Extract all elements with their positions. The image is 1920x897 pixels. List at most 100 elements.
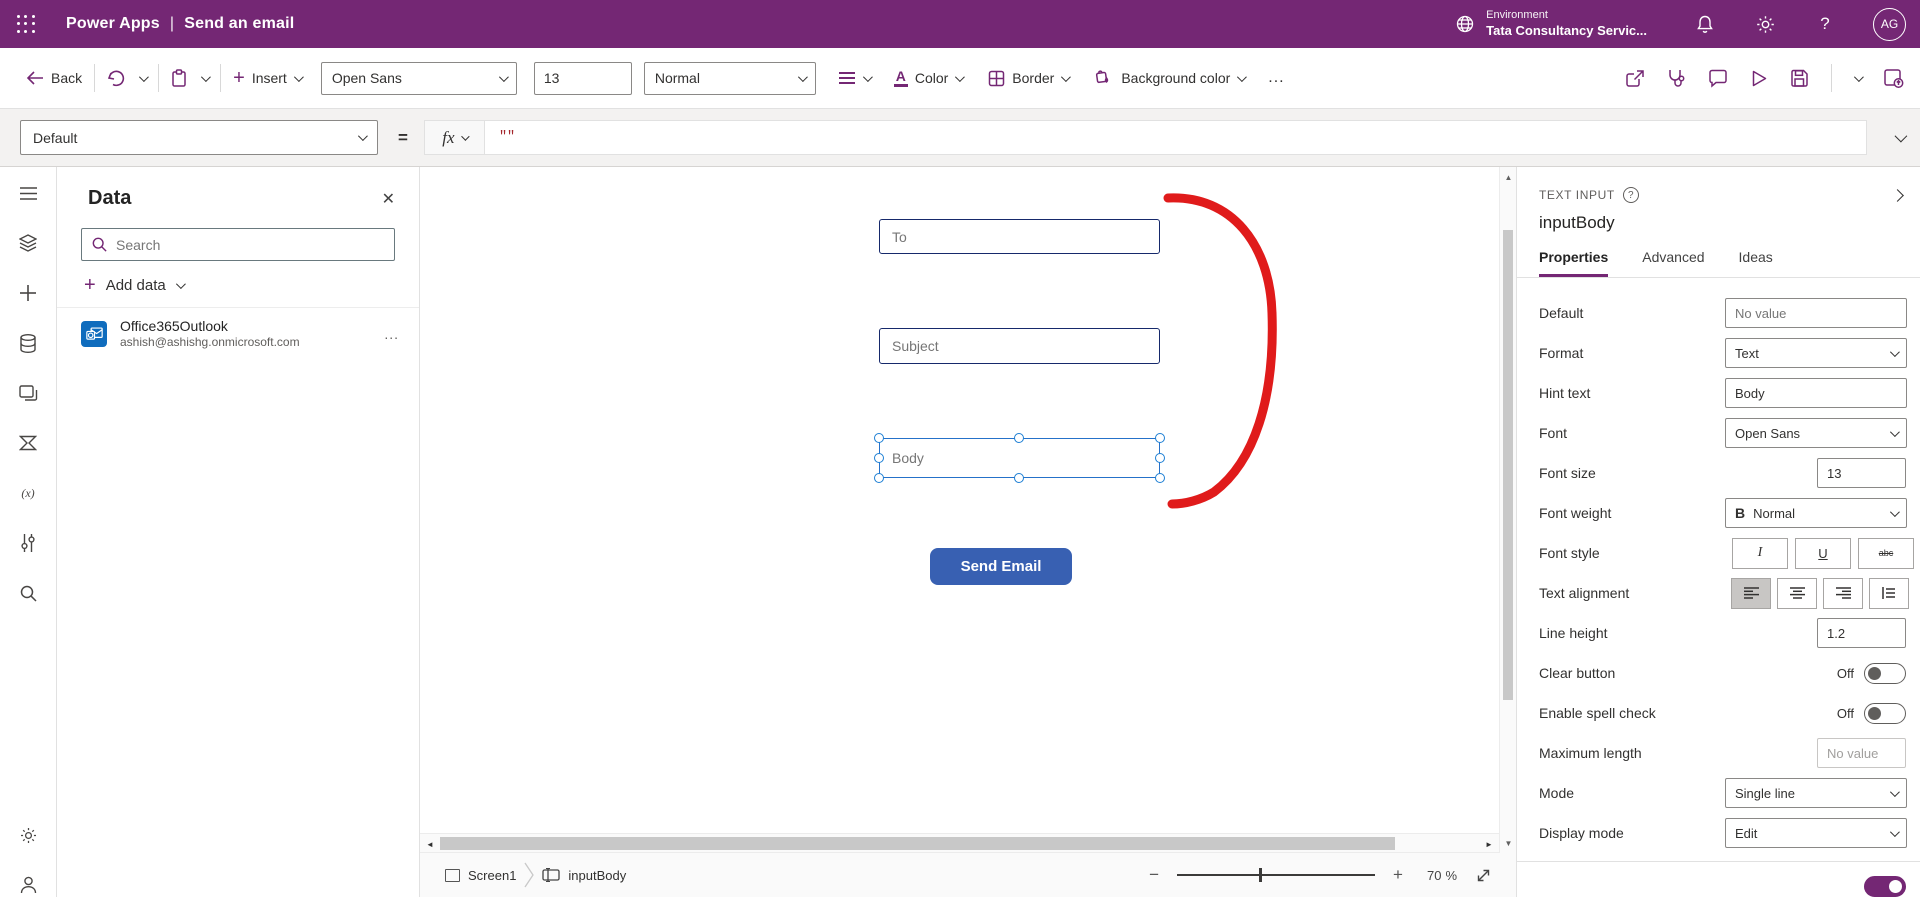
color-button[interactable]: A Color bbox=[893, 69, 966, 87]
hint-text-input[interactable] bbox=[1725, 378, 1907, 408]
scroll-left-arrow[interactable]: ◄ bbox=[420, 834, 440, 854]
data-cylinder-icon[interactable] bbox=[18, 333, 38, 353]
undo-button[interactable] bbox=[107, 70, 125, 87]
controls-sliders-icon[interactable] bbox=[18, 533, 38, 553]
align-center-button[interactable] bbox=[1777, 577, 1817, 609]
canvas-horizontal-scrollbar[interactable]: ◄ ► bbox=[420, 833, 1499, 853]
vertical-scroll-thumb[interactable] bbox=[1503, 230, 1513, 700]
partial-on-toggle[interactable] bbox=[1864, 875, 1906, 897]
fx-dropdown[interactable]: fx bbox=[424, 121, 485, 154]
publish-icon[interactable] bbox=[1883, 68, 1904, 88]
comments-icon[interactable] bbox=[1708, 69, 1728, 88]
font-size-property-input[interactable] bbox=[1817, 458, 1906, 488]
zoom-slider-knob[interactable] bbox=[1259, 868, 1263, 882]
scroll-down-arrow[interactable]: ▼ bbox=[1500, 835, 1516, 851]
paste-menu-chevron[interactable] bbox=[201, 71, 211, 82]
resize-handle-w[interactable] bbox=[874, 453, 884, 463]
more-commands-button[interactable]: ... bbox=[1268, 69, 1284, 87]
search-rail-icon[interactable] bbox=[18, 583, 38, 603]
preview-play-icon[interactable] bbox=[1750, 69, 1768, 88]
back-button[interactable]: Back bbox=[26, 70, 82, 86]
tab-advanced[interactable]: Advanced bbox=[1642, 249, 1704, 277]
resize-handle-e[interactable] bbox=[1155, 453, 1165, 463]
default-value-input[interactable] bbox=[1725, 298, 1907, 328]
environment-picker[interactable]: Environment Tata Consultancy Servic... bbox=[1454, 9, 1647, 39]
tab-properties[interactable]: Properties bbox=[1539, 249, 1609, 277]
data-source-office365outlook[interactable]: Office365Outlook ashish@ashishg.onmicros… bbox=[57, 308, 419, 360]
display-mode-dropdown[interactable]: Edit bbox=[1725, 818, 1907, 848]
close-icon[interactable]: ✕ bbox=[382, 189, 395, 209]
italic-button[interactable]: I bbox=[1732, 537, 1788, 569]
author-tools-icon[interactable] bbox=[18, 875, 38, 895]
paste-button[interactable] bbox=[171, 68, 187, 88]
save-menu-chevron[interactable] bbox=[1853, 71, 1864, 82]
menu-hamburger-icon[interactable] bbox=[18, 183, 38, 203]
search-input[interactable] bbox=[116, 236, 384, 253]
notifications-bell-icon[interactable] bbox=[1693, 12, 1717, 36]
insert-button[interactable]: + Insert bbox=[233, 67, 304, 90]
maximum-length-input[interactable] bbox=[1817, 738, 1906, 768]
property-selector-dropdown[interactable]: Default bbox=[20, 120, 378, 155]
underline-button[interactable]: U bbox=[1795, 537, 1851, 569]
canvas-send-email-button[interactable]: Send Email bbox=[930, 548, 1072, 585]
resize-handle-nw[interactable] bbox=[874, 433, 884, 443]
data-source-more-button[interactable]: ... bbox=[384, 326, 399, 342]
font-weight-dropdown[interactable]: Normal bbox=[643, 61, 816, 95]
font-weight-property-dropdown[interactable]: B Normal bbox=[1725, 498, 1907, 528]
undo-menu-chevron[interactable] bbox=[139, 71, 149, 82]
breadcrumb-screen[interactable]: Screen1 bbox=[468, 868, 516, 883]
scroll-right-arrow[interactable]: ► bbox=[1479, 834, 1499, 854]
resize-handle-ne[interactable] bbox=[1155, 433, 1165, 443]
power-automate-icon[interactable] bbox=[18, 433, 38, 453]
insert-plus-icon[interactable] bbox=[18, 283, 38, 303]
share-icon[interactable] bbox=[1625, 69, 1645, 88]
variables-icon[interactable]: (x) bbox=[18, 483, 38, 503]
breadcrumb-control[interactable]: inputBody bbox=[568, 868, 626, 883]
font-family-dropdown[interactable]: Open Sans bbox=[320, 61, 517, 95]
fit-to-window-icon[interactable] bbox=[1475, 867, 1492, 884]
tab-ideas[interactable]: Ideas bbox=[1739, 249, 1773, 277]
help-circle-icon[interactable]: ? bbox=[1622, 187, 1639, 203]
media-screens-icon[interactable] bbox=[18, 383, 38, 403]
border-button[interactable]: Border bbox=[988, 70, 1072, 87]
tree-view-icon[interactable] bbox=[18, 233, 38, 253]
collapse-panel-chevron-icon[interactable] bbox=[1891, 187, 1904, 203]
avatar[interactable]: AG bbox=[1873, 7, 1906, 41]
resize-handle-se[interactable] bbox=[1155, 473, 1165, 483]
canvas-input-to[interactable]: To bbox=[879, 219, 1160, 254]
zoom-slider[interactable] bbox=[1177, 868, 1376, 882]
scroll-up-arrow[interactable]: ▲ bbox=[1500, 169, 1516, 185]
spell-check-toggle[interactable] bbox=[1864, 702, 1906, 724]
resize-handle-s[interactable] bbox=[1014, 473, 1024, 483]
align-left-button[interactable] bbox=[1731, 577, 1771, 609]
app-launcher-icon[interactable] bbox=[14, 12, 38, 36]
font-style-menu-button[interactable] bbox=[838, 71, 873, 85]
settings-gear-icon[interactable] bbox=[1753, 12, 1777, 36]
add-data-button[interactable]: + Add data bbox=[84, 275, 395, 295]
canvas-vertical-scrollbar[interactable]: ▲ ▼ bbox=[1499, 167, 1516, 853]
clear-button-toggle[interactable] bbox=[1864, 662, 1906, 684]
app-canvas[interactable]: To Subject Body Send Email ▲ ▼ ◄ ► Scree… bbox=[420, 167, 1516, 897]
canvas-input-body[interactable]: Body bbox=[879, 438, 1160, 478]
settings-rail-gear-icon[interactable] bbox=[18, 825, 38, 845]
zoom-in-button[interactable]: + bbox=[1385, 865, 1411, 885]
help-icon[interactable]: ? bbox=[1813, 12, 1837, 36]
font-dropdown[interactable]: Open Sans bbox=[1725, 418, 1907, 448]
canvas-input-subject[interactable]: Subject bbox=[879, 328, 1160, 364]
horizontal-scroll-thumb[interactable] bbox=[440, 837, 1395, 850]
resize-handle-n[interactable] bbox=[1014, 433, 1024, 443]
save-icon[interactable] bbox=[1790, 69, 1809, 88]
resize-handle-sw[interactable] bbox=[874, 473, 884, 483]
zoom-out-button[interactable]: − bbox=[1141, 865, 1167, 885]
app-checker-icon[interactable] bbox=[1667, 68, 1686, 88]
align-right-button[interactable] bbox=[1823, 577, 1863, 609]
formula-bar-expand-chevron[interactable] bbox=[1894, 129, 1908, 147]
formula-expression[interactable]: "" bbox=[485, 121, 529, 154]
strikethrough-button[interactable]: abc bbox=[1858, 537, 1914, 569]
format-dropdown[interactable]: Text bbox=[1725, 338, 1907, 368]
align-justify-button[interactable] bbox=[1869, 577, 1909, 609]
line-height-input[interactable] bbox=[1817, 618, 1906, 648]
mode-dropdown[interactable]: Single line bbox=[1725, 778, 1907, 808]
font-size-input[interactable] bbox=[533, 61, 632, 95]
background-color-button[interactable]: Background color bbox=[1094, 69, 1248, 87]
